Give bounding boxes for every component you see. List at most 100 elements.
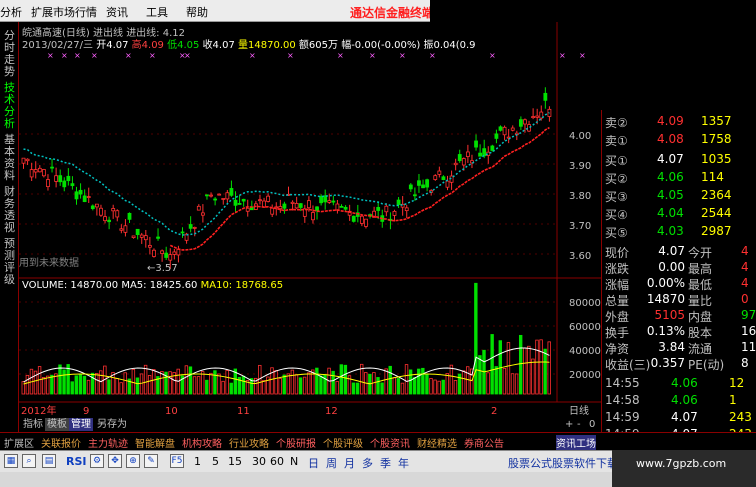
bottom-tab[interactable]: 个股资讯 — [370, 435, 410, 450]
tab-template[interactable]: 模板 — [45, 418, 69, 431]
volume-bar — [99, 370, 103, 395]
bottom-tab[interactable]: 个股评级 — [323, 435, 363, 450]
candle-body — [176, 248, 181, 256]
pen-icon[interactable]: ✎ — [144, 454, 158, 468]
ad-text[interactable]: 股票公式股票软件下载 — [508, 455, 618, 471]
volume-bar — [225, 370, 229, 395]
volume-bar — [184, 365, 189, 395]
period-button[interactable]: 日 — [308, 455, 319, 471]
crosshair-icon[interactable]: ⊕ — [126, 454, 140, 468]
volume-bar — [41, 377, 46, 395]
candle-body — [209, 194, 213, 197]
stat-value: 97 — [741, 308, 756, 322]
candle-body — [535, 115, 540, 118]
period-button[interactable]: 年 — [398, 455, 409, 471]
period-button[interactable]: 月 — [344, 455, 355, 471]
menu-item-analysis[interactable]: 分析 — [0, 4, 22, 20]
bottom-tab[interactable]: 机构攻略 — [182, 435, 222, 450]
candle-body — [258, 199, 262, 202]
tab-financial[interactable]: 财务透视 — [3, 186, 16, 234]
order-book-row[interactable]: 买⑤ 4.03 2987 — [605, 224, 756, 240]
volume-value: 量14870.00 — [238, 40, 296, 51]
period-button[interactable]: N — [290, 455, 298, 468]
period-button[interactable]: 15 — [228, 455, 242, 468]
low-value: 低4.05 — [167, 40, 200, 51]
period-button[interactable]: 5 — [212, 455, 219, 468]
order-book-row[interactable]: 买④ 4.04 2544 — [605, 206, 756, 222]
bottom-tab[interactable]: 扩展区 — [4, 435, 34, 450]
order-book-row[interactable]: 买② 4.06 114 — [605, 170, 756, 186]
stat-value: 16.6 — [741, 324, 756, 338]
volume-bar — [143, 364, 148, 395]
stat-label: 外盘 — [605, 310, 630, 324]
price-tick-0: 4.00 — [569, 131, 591, 142]
bottom-tab[interactable]: 智能解盘 — [135, 435, 175, 450]
period-button[interactable]: 1 — [194, 455, 201, 468]
volume-bar — [531, 358, 535, 395]
tick-time: 14:55 — [605, 376, 640, 390]
bottom-tab[interactable]: 券商公告 — [464, 435, 504, 450]
period-button[interactable]: 季 — [380, 455, 391, 471]
f5-icon[interactable]: F5 — [170, 454, 184, 468]
settings-icon[interactable]: ⚙ — [90, 454, 104, 468]
chart-icon[interactable]: ▤ — [42, 454, 56, 468]
tab-indicator[interactable]: 指标 — [21, 418, 45, 431]
reset-button[interactable]: 0 — [587, 418, 597, 431]
tab-basic-info[interactable]: 基本资料 — [3, 134, 16, 182]
order-book-row[interactable]: 卖① 4.08 1758 — [605, 132, 756, 148]
bottom-tab[interactable]: 财经精选 — [417, 435, 457, 450]
volume-bar — [229, 382, 233, 395]
period-button[interactable]: 多 — [362, 455, 373, 471]
volume-bar — [205, 379, 209, 395]
volume-label: VOLUME: 14870.00 — [22, 280, 119, 291]
period-button[interactable]: 60 — [270, 455, 284, 468]
order-book-row[interactable]: 买③ 4.05 2364 — [605, 188, 756, 204]
kline-chart[interactable]: × × × × × × ×× × × × × × × × × × 4.00 3.90 3.80 3.70 3.… — [19, 22, 601, 424]
bottom-tab[interactable]: 主力轨迹 — [88, 435, 128, 450]
quote-stat-row: 涨幅 0.00% 最低 4 — [605, 276, 756, 292]
zoom-plus-button[interactable]: + — [563, 418, 575, 431]
candle-body — [200, 212, 205, 216]
volume-bar — [278, 378, 282, 395]
tick-price: 4.07 — [671, 410, 698, 424]
candle-body — [425, 179, 430, 188]
grid-icon[interactable]: ▦ — [4, 454, 18, 468]
tab-intraday[interactable]: 分时走势 — [3, 30, 16, 78]
tab-technical[interactable]: 技术分析 — [3, 82, 16, 130]
zoom-icon[interactable]: ⌕ — [22, 454, 36, 468]
tab-save-as[interactable]: 另存为 — [95, 418, 129, 431]
signal-marker: × — [74, 51, 81, 60]
zoom-minus-button[interactable]: - — [575, 418, 583, 431]
candle-body — [213, 198, 218, 201]
bottom-tab[interactable]: 资讯工场 — [556, 435, 596, 450]
volume-bar — [46, 375, 50, 395]
move-icon[interactable]: ✥ — [108, 454, 122, 468]
order-book-row[interactable]: 买① 4.07 1035 — [605, 152, 756, 168]
menu-item-tools[interactable]: 工具 — [146, 4, 168, 20]
volume-bar — [433, 379, 437, 395]
candle-body — [331, 200, 336, 203]
volume-bar — [188, 366, 193, 395]
period-button[interactable]: 30 — [252, 455, 266, 468]
volume-bar — [429, 378, 433, 395]
menu-item-news[interactable]: 资讯 — [106, 4, 128, 20]
candle-body — [70, 183, 75, 187]
order-book-row[interactable]: 卖② 4.09 1357 — [605, 114, 756, 130]
candle-body — [94, 203, 99, 208]
quote-stat-row: 净资 3.84流通 11.7 — [605, 340, 756, 356]
tab-forecast[interactable]: 预测评级 — [3, 238, 16, 286]
menu-item-extended-market[interactable]: 扩展市场行情 — [31, 4, 97, 20]
bottom-tab[interactable]: 行业攻略 — [229, 435, 269, 450]
rsi-icon[interactable]: RSI — [66, 455, 87, 468]
candle-body — [196, 205, 201, 211]
stat-value: 0.13% — [646, 324, 685, 338]
bottom-tab[interactable]: 关联报价 — [41, 435, 81, 450]
tab-manage[interactable]: 管理 — [69, 418, 93, 431]
volume-bar — [119, 382, 123, 395]
candle-body — [498, 126, 503, 131]
candle-body — [311, 212, 315, 221]
menu-item-help[interactable]: 帮助 — [186, 4, 208, 20]
book-price: 4.05 — [657, 188, 684, 202]
bottom-tab[interactable]: 个股研报 — [276, 435, 316, 450]
period-button[interactable]: 周 — [326, 455, 337, 471]
